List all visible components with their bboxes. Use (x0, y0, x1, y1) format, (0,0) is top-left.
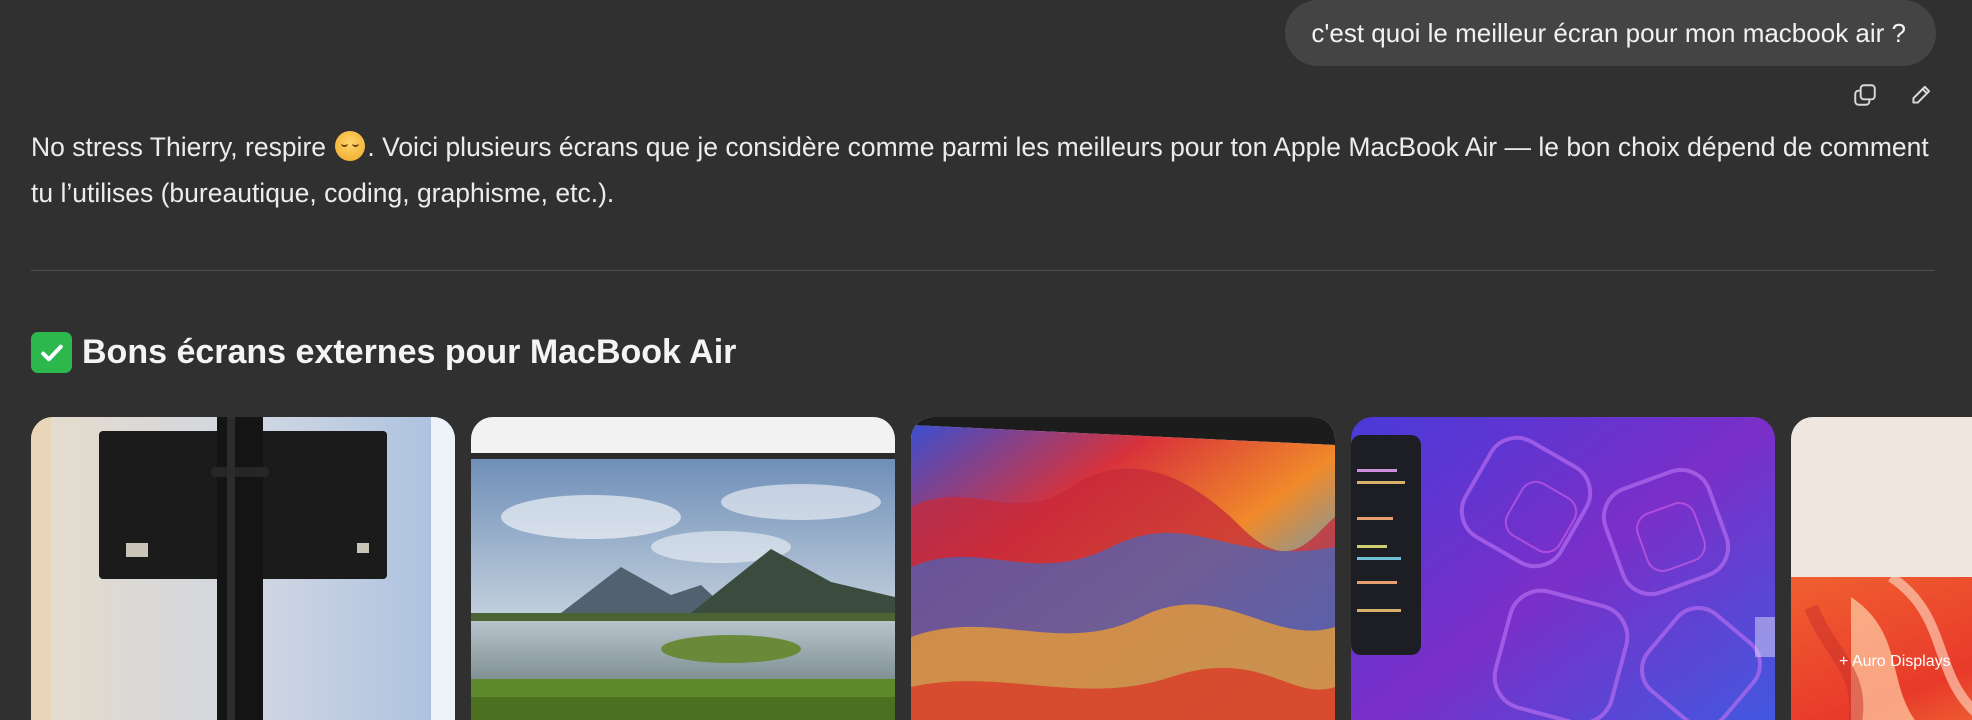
section-divider (31, 270, 1935, 271)
copy-icon (1854, 84, 1876, 106)
colorful-mountains-monitor-image[interactable] (911, 417, 1335, 720)
chat-page: c'est quoi le meilleur écran pour mon ma… (0, 0, 1972, 720)
pencil-icon (1912, 85, 1931, 104)
user-message-bubble: c'est quoi le meilleur écran pour mon ma… (1285, 0, 1936, 66)
check-mark-icon (31, 332, 72, 373)
message-actions (1850, 80, 1936, 110)
image-gallery: + Auro Displays (31, 417, 1972, 720)
section-heading: Bons écrans externes pour MacBook Air (31, 332, 736, 373)
landscape-lake-monitor-image[interactable] (471, 417, 895, 720)
assistant-intro-paragraph: No stress Thierry, respire . Voici plusi… (31, 124, 1931, 216)
monitor-stand-image[interactable] (31, 417, 455, 720)
purple-pattern-code-monitor-image[interactable] (1351, 417, 1775, 720)
intro-text-start: No stress Thierry, respire (31, 132, 334, 162)
edit-button[interactable] (1906, 80, 1936, 110)
copy-button[interactable] (1850, 80, 1880, 110)
user-message-text: c'est quoi le meilleur écran pour mon ma… (1311, 17, 1906, 48)
relieved-face-emoji-icon (335, 131, 366, 161)
section-heading-text: Bons écrans externes pour MacBook Air (82, 333, 737, 371)
auro-displays-caption: + Auro Displays (1839, 653, 1951, 670)
auro-displays-image[interactable]: + Auro Displays (1791, 417, 1972, 720)
